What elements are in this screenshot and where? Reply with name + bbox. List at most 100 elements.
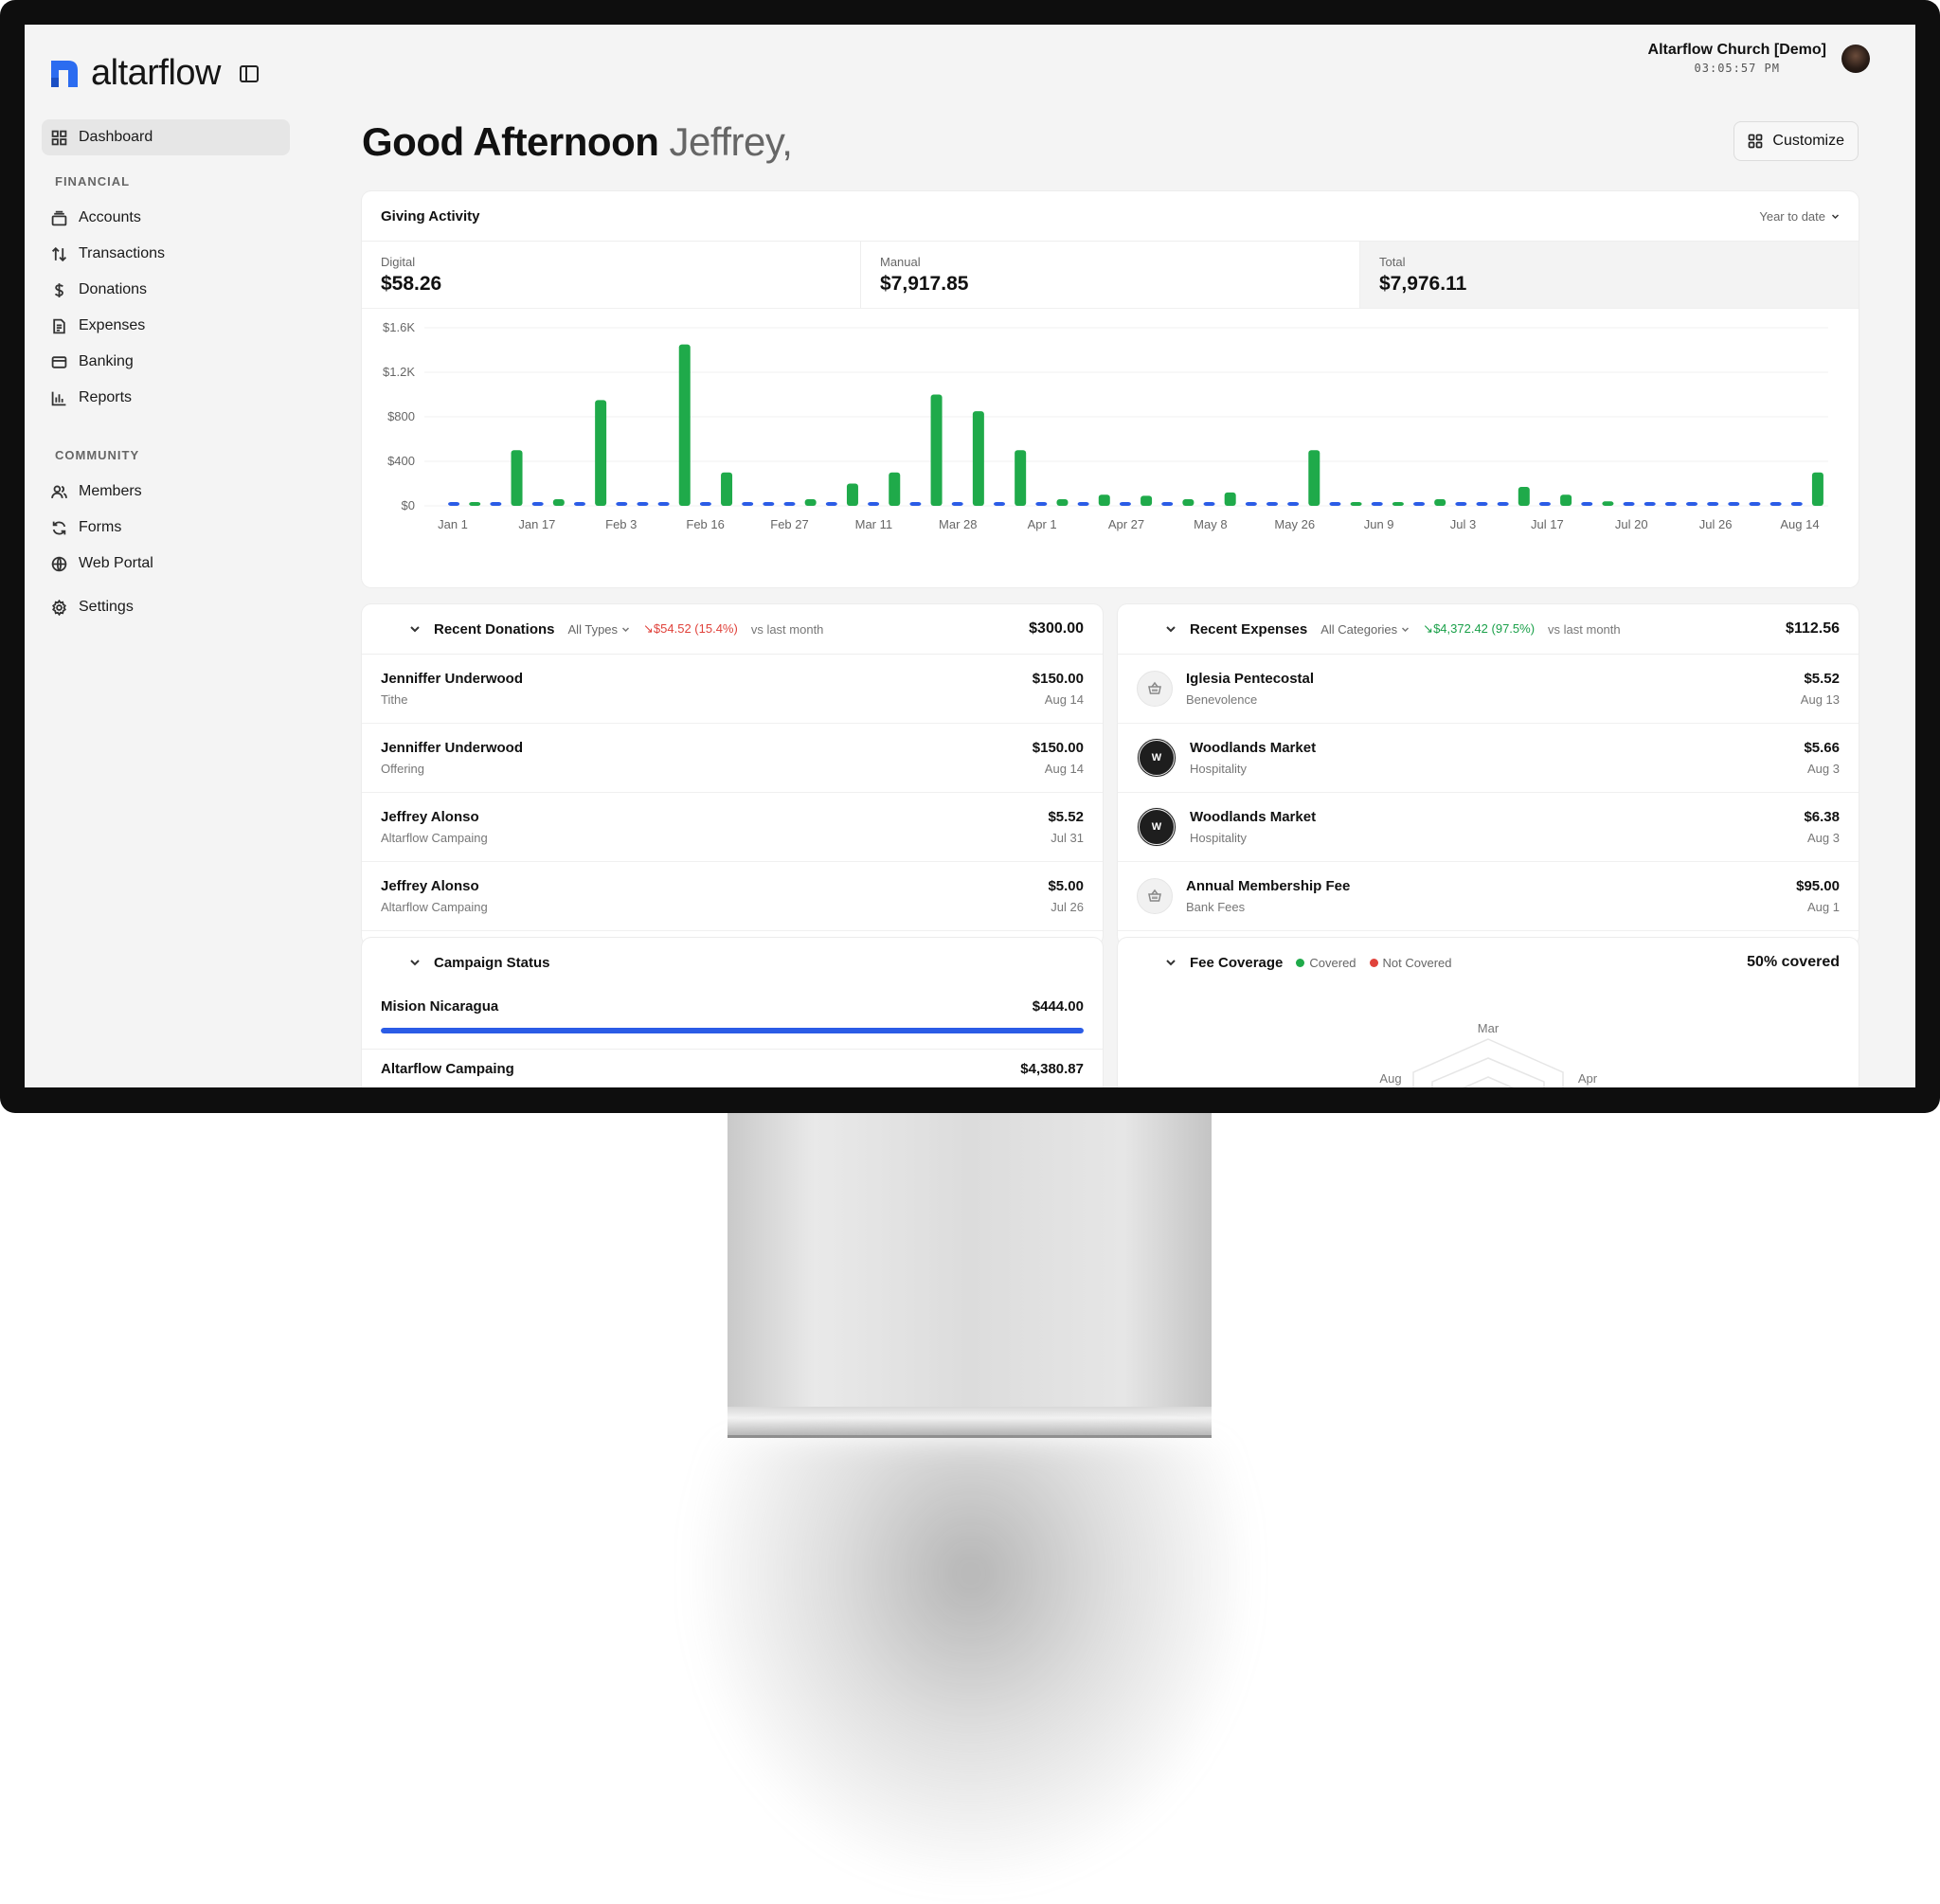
sidebar-item-dashboard[interactable]: Dashboard xyxy=(42,119,290,155)
sidebar-toggle-icon[interactable] xyxy=(240,64,259,82)
manual-bar[interactable] xyxy=(1098,494,1110,506)
digital-bar[interactable] xyxy=(1161,502,1174,506)
sidebar-item-reports[interactable]: Reports xyxy=(42,380,290,416)
stat-manual[interactable]: Manual $7,917.85 xyxy=(861,242,1360,308)
manual-bar[interactable] xyxy=(930,394,943,507)
digital-bar[interactable] xyxy=(1538,502,1551,506)
digital-bar[interactable] xyxy=(1329,502,1341,506)
sidebar-item-accounts[interactable]: Accounts xyxy=(42,200,290,236)
sidebar-item-donations[interactable]: Donations xyxy=(42,272,290,308)
campaign-item[interactable]: Altarflow Campaing $4,380.87 xyxy=(362,1050,1103,1087)
digital-bar[interactable] xyxy=(951,502,963,506)
chevron-down-icon[interactable] xyxy=(409,957,421,968)
digital-bar[interactable] xyxy=(1707,502,1719,506)
manual-bar[interactable] xyxy=(1560,494,1572,506)
digital-bar[interactable] xyxy=(1203,502,1215,506)
digital-bar[interactable] xyxy=(825,502,837,506)
manual-bar[interactable] xyxy=(1182,498,1195,506)
chevron-down-icon[interactable] xyxy=(1165,957,1177,968)
digital-bar[interactable] xyxy=(1749,502,1761,506)
donation-type-filter[interactable]: All Types xyxy=(568,622,631,637)
digital-bar[interactable] xyxy=(637,502,649,506)
sidebar-item-members[interactable]: Members xyxy=(42,474,290,510)
manual-bar[interactable] xyxy=(846,483,858,507)
digital-bar[interactable] xyxy=(1664,502,1677,506)
digital-bar[interactable] xyxy=(1119,502,1131,506)
manual-bar[interactable] xyxy=(1056,498,1069,506)
list-item[interactable]: W Woodlands Market Hospitality $6.38 Aug 3 xyxy=(1118,793,1859,862)
digital-bar[interactable] xyxy=(1077,502,1089,506)
digital-bar[interactable] xyxy=(657,502,670,506)
manual-bar[interactable] xyxy=(552,498,565,506)
manual-bar[interactable] xyxy=(1602,501,1614,506)
stat-digital[interactable]: Digital $58.26 xyxy=(362,242,861,308)
sidebar-item-forms[interactable]: Forms xyxy=(42,510,290,546)
digital-bar[interactable] xyxy=(1413,502,1426,506)
campaign-item[interactable]: Mision Nicaragua $444.00 xyxy=(362,987,1103,1050)
expense-category-filter[interactable]: All Categories xyxy=(1320,622,1410,637)
list-item[interactable]: Annual Membership Fee Bank Fees $95.00 Aug … xyxy=(1118,862,1859,931)
digital-bar[interactable] xyxy=(490,502,502,506)
sidebar-item-expenses[interactable]: Expenses xyxy=(42,308,290,344)
manual-bar[interactable] xyxy=(1224,492,1236,506)
manual-bar[interactable] xyxy=(972,411,984,506)
digital-bar[interactable] xyxy=(573,502,585,506)
manual-bar[interactable] xyxy=(1434,498,1446,506)
digital-bar[interactable] xyxy=(1644,502,1656,506)
stat-total[interactable]: Total $7,976.11 xyxy=(1360,242,1859,308)
digital-bar[interactable] xyxy=(448,502,460,506)
digital-bar[interactable] xyxy=(1371,502,1383,506)
digital-bar[interactable] xyxy=(1245,502,1257,506)
digital-bar[interactable] xyxy=(783,502,796,506)
manual-bar[interactable] xyxy=(1015,450,1027,506)
manual-bar[interactable] xyxy=(1141,495,1153,506)
list-item[interactable]: Jeffrey Alonso Altarflow Campaing $5.52 Jul… xyxy=(362,793,1103,862)
list-item[interactable]: Jenniffer Underwood Tithe $150.00 Aug 14 xyxy=(362,655,1103,724)
manual-bar[interactable] xyxy=(678,344,691,506)
sidebar-item-banking[interactable]: Banking xyxy=(42,344,290,380)
list-item[interactable]: Iglesia Pentecostal Benevolence $5.52 Aug 1… xyxy=(1118,655,1859,724)
list-item[interactable]: Jenniffer Underwood Offering $150.00 Aug 14 xyxy=(362,724,1103,793)
digital-bar[interactable] xyxy=(1790,502,1803,506)
manual-bar[interactable] xyxy=(469,502,481,506)
sidebar-item-settings[interactable]: Settings xyxy=(42,589,290,625)
digital-bar[interactable] xyxy=(868,502,880,506)
list-item[interactable]: W Woodlands Market Hospitality $5.66 Aug 3 xyxy=(1118,724,1859,793)
digital-bar[interactable] xyxy=(1287,502,1300,506)
digital-bar[interactable] xyxy=(1455,502,1467,506)
digital-bar[interactable] xyxy=(1581,502,1593,506)
manual-bar[interactable] xyxy=(511,450,523,506)
account-info[interactable]: Altarflow Church [Demo] 03:05:57 PM xyxy=(1648,42,1870,75)
chevron-down-icon[interactable] xyxy=(1165,623,1177,635)
list-item[interactable]: Jeffrey Alonso Altarflow Campaing $5.00 Jul… xyxy=(362,862,1103,931)
digital-bar[interactable] xyxy=(763,502,775,506)
digital-bar[interactable] xyxy=(1266,502,1278,506)
manual-bar[interactable] xyxy=(804,498,817,506)
brand-logo[interactable]: altarflow xyxy=(49,53,259,94)
digital-bar[interactable] xyxy=(909,502,922,506)
digital-bar[interactable] xyxy=(1476,502,1488,506)
sidebar-item-transactions[interactable]: Transactions xyxy=(42,236,290,272)
customize-button[interactable]: Customize xyxy=(1733,121,1859,161)
sidebar-item-web-portal[interactable]: Web Portal xyxy=(42,546,290,582)
manual-bar[interactable] xyxy=(1392,502,1404,506)
manual-bar[interactable] xyxy=(1350,502,1362,506)
digital-bar[interactable] xyxy=(742,502,754,506)
digital-bar[interactable] xyxy=(699,502,711,506)
manual-bar[interactable] xyxy=(721,472,733,506)
digital-bar[interactable] xyxy=(616,502,628,506)
digital-bar[interactable] xyxy=(1035,502,1048,506)
digital-bar[interactable] xyxy=(531,502,544,506)
manual-bar[interactable] xyxy=(889,472,901,506)
chevron-down-icon[interactable] xyxy=(409,623,421,635)
manual-bar[interactable] xyxy=(595,400,607,506)
period-select[interactable]: Year to date xyxy=(1759,209,1840,224)
avatar[interactable] xyxy=(1841,44,1870,73)
digital-bar[interactable] xyxy=(1728,502,1740,506)
digital-bar[interactable] xyxy=(1623,502,1635,506)
manual-bar[interactable] xyxy=(1518,487,1530,506)
digital-bar[interactable] xyxy=(1686,502,1698,506)
digital-bar[interactable] xyxy=(1769,502,1782,506)
digital-bar[interactable] xyxy=(1497,502,1509,506)
manual-bar[interactable] xyxy=(1811,472,1823,506)
